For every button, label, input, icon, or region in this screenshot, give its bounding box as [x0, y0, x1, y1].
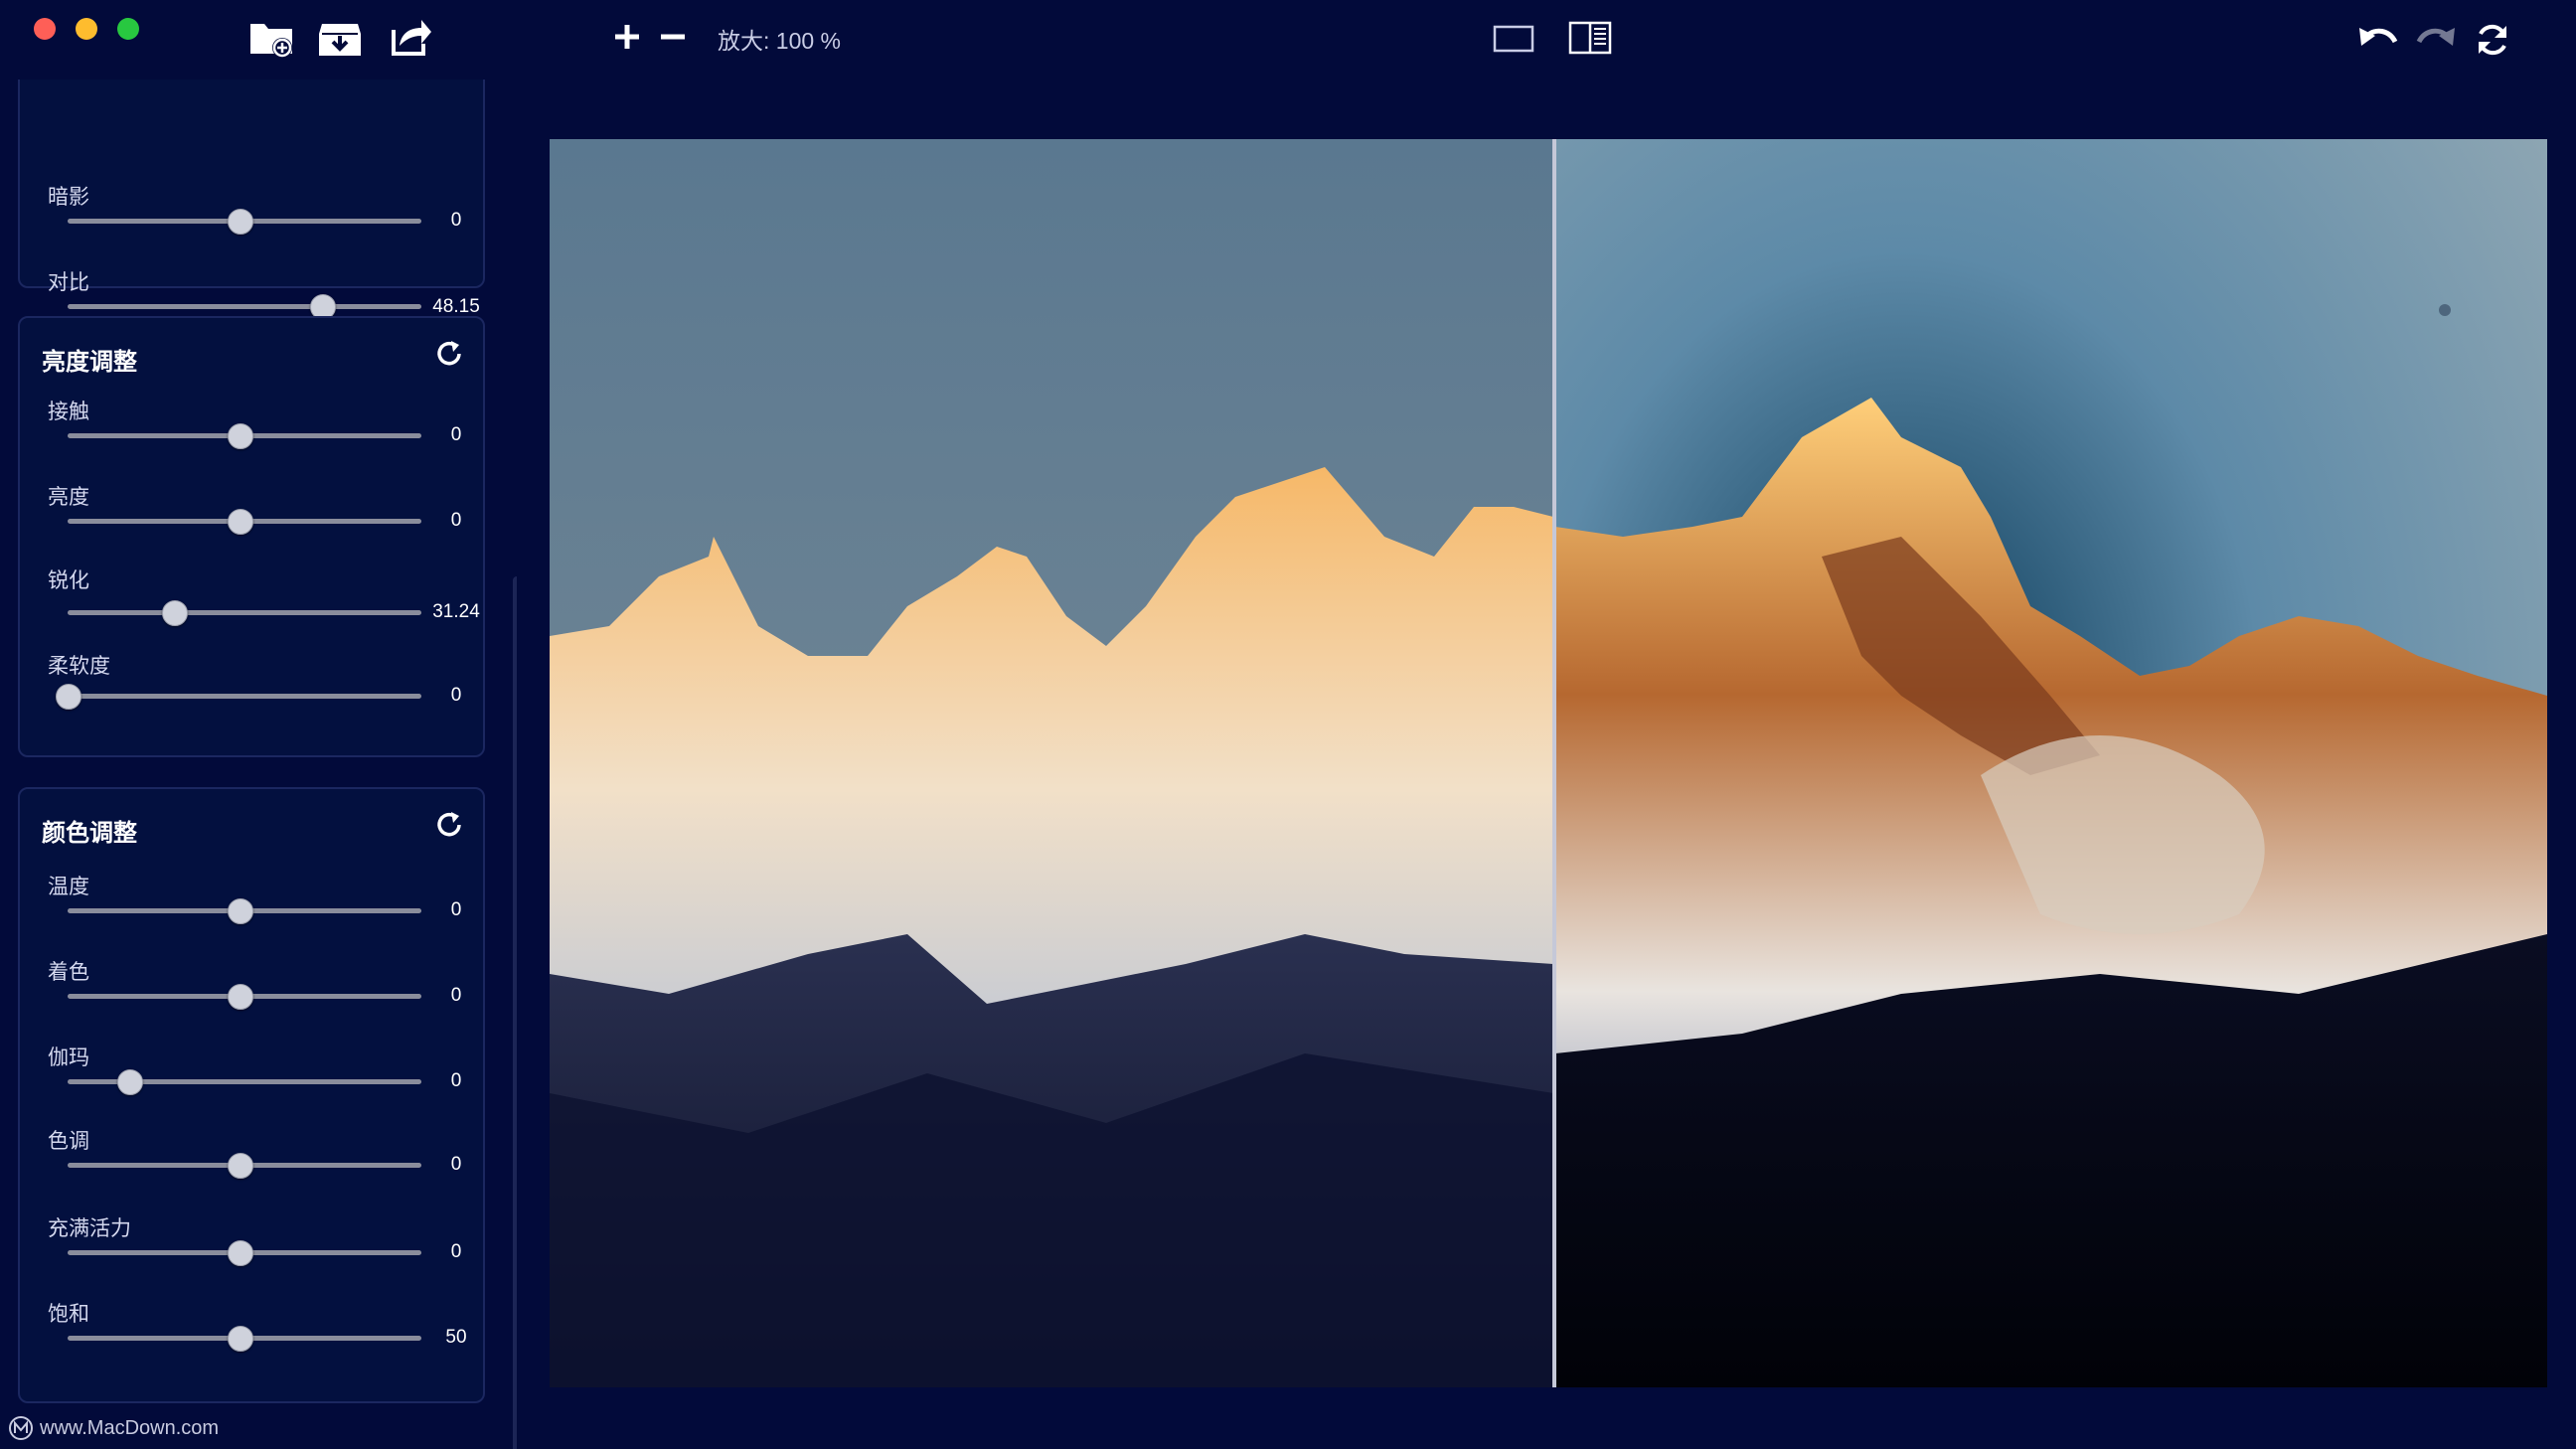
undo-icon[interactable]: [2357, 22, 2399, 56]
sharpen-label: 锐化: [48, 569, 89, 592]
watermark-text: www.MacDown.com: [40, 1416, 220, 1439]
shadow-slider[interactable]: [48, 207, 421, 235]
maximize-window-button[interactable]: [117, 18, 139, 40]
watermark: www.MacDown.com: [8, 1415, 219, 1441]
gamma-slider[interactable]: [48, 1067, 421, 1095]
image-viewer[interactable]: [550, 139, 2547, 1387]
title-bar: 放大: 100 %: [0, 0, 2576, 80]
softness-value: 0: [450, 685, 462, 706]
zoom-out-icon[interactable]: [658, 22, 688, 52]
color-panel: 颜色调整 温度 0 着色 0 伽玛 0 色调 0 充满活力 0 饱和 50: [18, 787, 485, 1403]
split-divider-handle[interactable]: [1552, 139, 1556, 1387]
adjustment-sidebar: 暗影 0 对比 48.15 亮度调整 接触 0 亮度 0 锐化 31.24 柔软…: [0, 80, 517, 1449]
softness-label: 柔软度: [48, 655, 110, 678]
tone-panel: 暗影 0 对比 48.15: [18, 80, 485, 320]
brightness-panel: 亮度调整 接触 0 亮度 0 锐化 31.24 柔软度 0: [18, 316, 485, 757]
zoom-level-label: 放大: 100 %: [718, 28, 841, 54]
saturation-slider[interactable]: [48, 1324, 421, 1352]
redo-icon[interactable]: [2415, 22, 2457, 56]
saturation-value: 50: [445, 1327, 467, 1348]
exposure-value: 0: [450, 424, 462, 445]
close-window-button[interactable]: [34, 18, 56, 40]
gamma-value: 0: [450, 1070, 462, 1091]
temperature-slider[interactable]: [48, 896, 421, 924]
brightness-reset-icon[interactable]: [435, 340, 465, 370]
save-icon[interactable]: [318, 20, 362, 58]
vibrance-value: 0: [450, 1241, 462, 1262]
shadow-value: 0: [450, 210, 462, 231]
color-reset-icon[interactable]: [435, 811, 465, 841]
tint-value: 0: [450, 985, 462, 1006]
vibrance-slider[interactable]: [48, 1238, 421, 1266]
brightness-slider[interactable]: [48, 507, 421, 535]
single-view-icon[interactable]: [1493, 24, 1534, 54]
sharpen-value: 31.24: [432, 601, 480, 622]
tint-slider[interactable]: [48, 982, 421, 1010]
refresh-icon[interactable]: [2475, 22, 2510, 58]
split-view-icon[interactable]: [1568, 20, 1612, 56]
brightness-value: 0: [450, 510, 462, 531]
sharpen-slider[interactable]: [48, 598, 421, 626]
macdown-logo-icon: [9, 1416, 33, 1440]
share-icon[interactable]: [388, 14, 433, 58]
contrast-value: 48.15: [432, 296, 480, 317]
sidebar-scrollbar[interactable]: [513, 576, 517, 1449]
comparison-image: [550, 139, 2547, 1387]
brightness-panel-title: 亮度调整: [42, 349, 137, 376]
color-panel-title: 颜色调整: [42, 820, 137, 847]
exposure-slider[interactable]: [48, 421, 421, 449]
temperature-value: 0: [450, 899, 462, 920]
softness-slider[interactable]: [48, 682, 421, 710]
hue-value: 0: [450, 1154, 462, 1175]
zoom-in-icon[interactable]: [612, 22, 642, 52]
minimize-window-button[interactable]: [76, 18, 97, 40]
add-folder-icon[interactable]: [248, 18, 296, 60]
hue-slider[interactable]: [48, 1151, 421, 1179]
